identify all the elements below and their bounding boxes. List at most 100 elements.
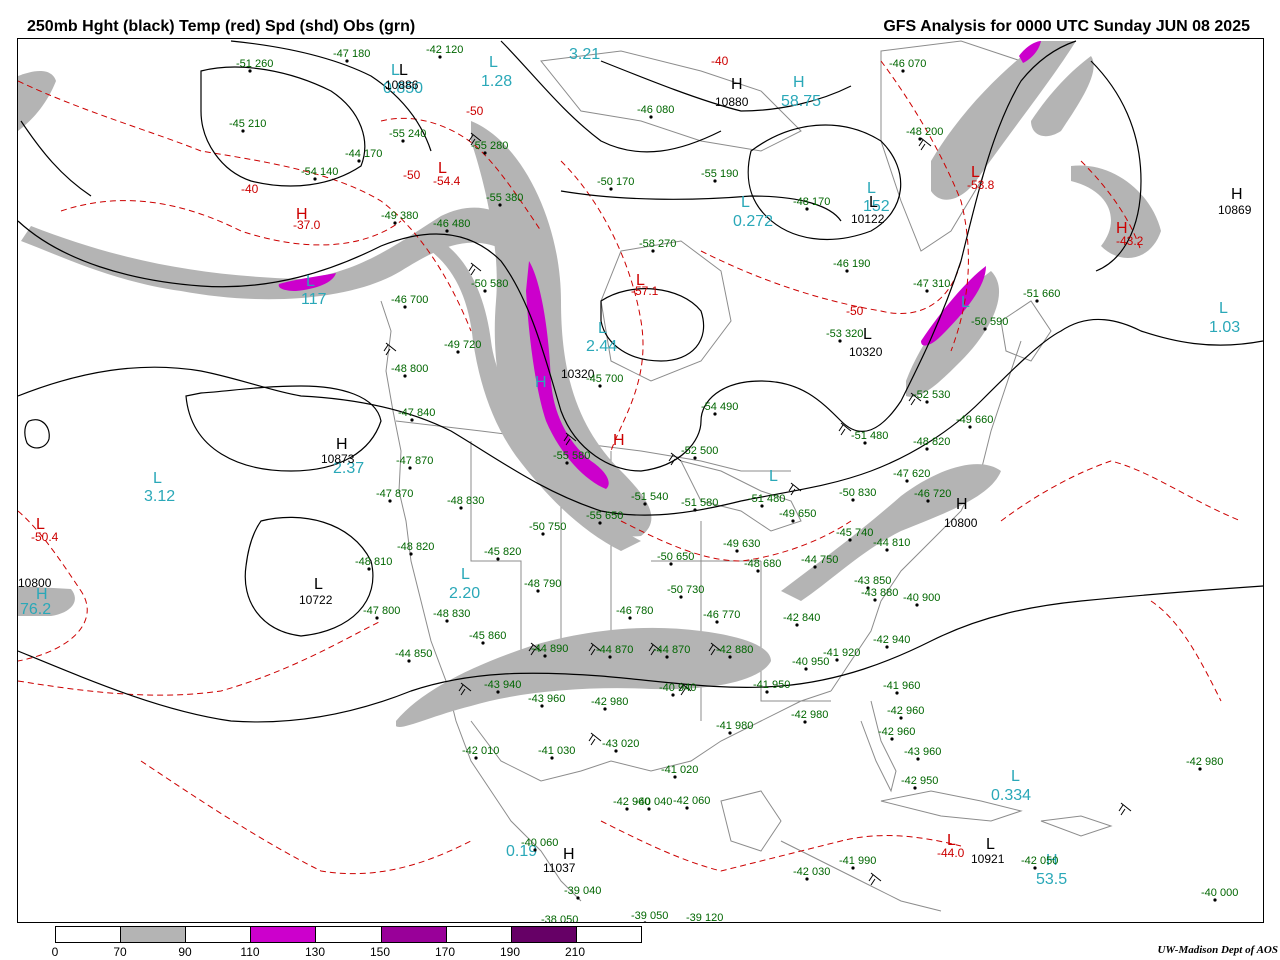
- station-marker: [643, 502, 647, 506]
- station-observation: -50 590: [971, 316, 1008, 328]
- station-marker: [598, 384, 602, 388]
- temp-contour: [140, 760, 472, 875]
- legend-tick-label: 110: [240, 945, 260, 959]
- height-contour: [20, 120, 92, 197]
- cyan-center-L: L: [1011, 768, 1020, 785]
- station-marker: [1033, 866, 1037, 870]
- yucatan: [720, 790, 782, 852]
- station-marker: [248, 69, 252, 73]
- legend-tick-label: 90: [178, 945, 192, 959]
- station-marker: [905, 479, 909, 483]
- legend-segment: [316, 927, 382, 942]
- hudson-bay: [600, 240, 732, 382]
- station-observation: -42 980: [1186, 756, 1223, 768]
- station-marker: [890, 737, 894, 741]
- legend-segment: [56, 927, 122, 942]
- height-center-value: 10320: [849, 345, 883, 359]
- station-marker: [459, 506, 463, 510]
- height-center-value: 10800: [944, 516, 978, 530]
- station-marker: [845, 269, 849, 273]
- cyan-value: 0.334: [991, 787, 1031, 804]
- height-contour: [244, 516, 374, 637]
- station-observation: -48 820: [397, 541, 434, 553]
- station-observation: -46 700: [391, 294, 428, 306]
- station-observation: -45 740: [836, 527, 873, 539]
- wind-barb: [468, 262, 482, 276]
- station-marker: [838, 339, 842, 343]
- station-marker: [536, 589, 540, 593]
- station-observation: -40 900: [903, 592, 940, 604]
- station-marker: [408, 466, 412, 470]
- cyan-center-H: H: [535, 374, 547, 391]
- station-observation: -44 870: [653, 644, 690, 656]
- cyan-center-L: L: [598, 320, 607, 337]
- station-marker: [813, 565, 817, 569]
- station-observation: -41 960: [883, 680, 920, 692]
- station-marker: [483, 289, 487, 293]
- temp-center-H: H: [613, 432, 625, 449]
- station-observation: -46 080: [637, 104, 674, 116]
- station-marker: [496, 557, 500, 561]
- station-marker: [407, 659, 411, 663]
- cyan-value: 2.44: [586, 338, 617, 355]
- station-marker: [693, 508, 697, 512]
- station-observation: -40 040: [635, 796, 672, 808]
- height-center-letter: H: [1231, 186, 1243, 203]
- station-observation: -42 030: [793, 866, 830, 878]
- wind-barb: [383, 342, 397, 356]
- temp-label: -40: [241, 182, 259, 196]
- station-marker: [403, 374, 407, 378]
- height-contours: [18, 40, 1263, 723]
- station-observation: -42 840: [783, 612, 820, 624]
- map-title: 250mb Hght (black) Temp (red) Spd (shd) …: [27, 18, 416, 35]
- cyan-value: 1.28: [481, 73, 512, 90]
- station-marker: [804, 667, 808, 671]
- station-observation: -39 040: [564, 885, 601, 897]
- station-marker: [1198, 767, 1202, 771]
- station-observation: -50 580: [471, 278, 508, 290]
- height-contour: [24, 419, 50, 449]
- station-observation: -46 770: [703, 609, 740, 621]
- station-marker: [873, 598, 877, 602]
- cyan-center-L: L: [961, 294, 970, 311]
- station-observation: -54 490: [701, 401, 738, 413]
- station-marker: [895, 691, 899, 695]
- cyan-center-L: L: [741, 194, 750, 211]
- height-contour: [18, 318, 1263, 516]
- station-marker: [649, 115, 653, 119]
- station-observation: -42 880: [716, 644, 753, 656]
- station-observation: -43 960: [528, 693, 565, 705]
- station-marker: [625, 807, 629, 811]
- station-observation: -51 580: [681, 497, 718, 509]
- height-center-value: 11037: [543, 861, 576, 875]
- cyan-center-H: H: [793, 74, 805, 91]
- station-marker: [665, 655, 669, 659]
- station-observation: -42 060: [673, 795, 710, 807]
- station-marker: [803, 720, 807, 724]
- cyan-center-L: L: [306, 273, 315, 290]
- station-marker: [651, 249, 655, 253]
- station-marker: [983, 327, 987, 331]
- station-observation: -48 830: [447, 495, 484, 507]
- station-marker: [481, 641, 485, 645]
- station-marker: [863, 441, 867, 445]
- station-marker: [728, 655, 732, 659]
- station-observation: -49 380: [381, 210, 418, 222]
- height-center-value: 10869: [1218, 203, 1252, 217]
- legend-segment: [186, 927, 252, 942]
- cyan-value: 3.12: [144, 488, 175, 505]
- station-observation: -42 950: [901, 775, 938, 787]
- station-observation: -47 870: [396, 455, 433, 467]
- station-observation: -50 170: [597, 176, 634, 188]
- temp-contour: [60, 200, 402, 246]
- cyan-center-L: L: [769, 468, 778, 485]
- station-marker: [409, 552, 413, 556]
- station-observation: -43 020: [602, 738, 639, 750]
- height-label: 10800: [18, 576, 52, 590]
- legend-segment: [381, 927, 447, 942]
- legend-segment: [511, 927, 577, 942]
- station-marker: [357, 159, 361, 163]
- station-observation: -45 820: [484, 546, 521, 558]
- station-marker: [899, 716, 903, 720]
- station-marker: [728, 731, 732, 735]
